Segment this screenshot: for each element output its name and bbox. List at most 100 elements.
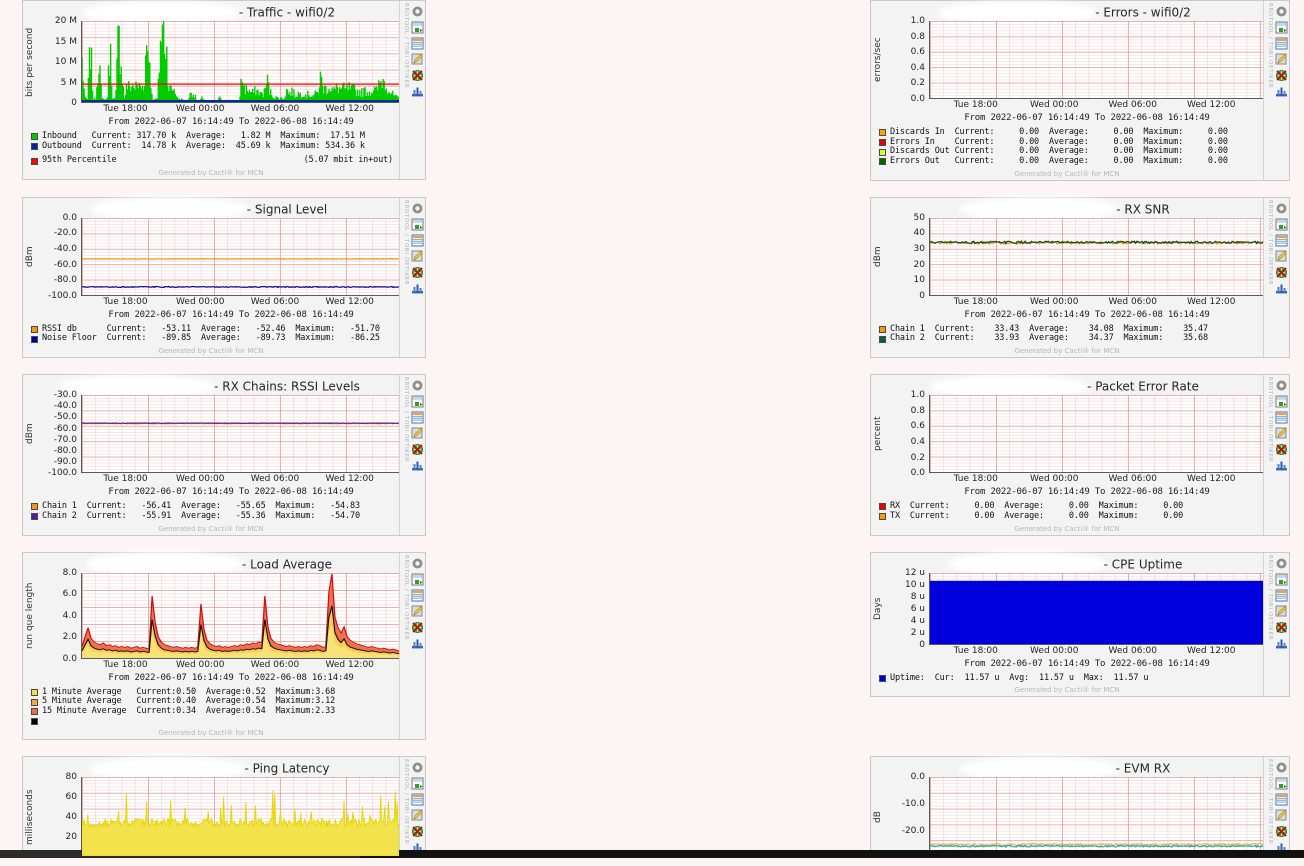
rrdtool-watermark: RRDTOOL / TOBI OETIKER [400,1,409,179]
export-csv-icon[interactable] [411,19,424,32]
utilization-chart-icon[interactable] [1275,635,1288,648]
edit-pencil-icon[interactable] [411,248,424,261]
graph-image[interactable]: - Errors - wifi0/2 errors/sec 1.00.80.60… [871,1,1263,180]
export-csv-icon[interactable] [411,393,424,406]
edit-pencil-icon[interactable] [1275,51,1288,64]
graph-debug-icon[interactable] [1275,441,1288,454]
gear-icon[interactable] [1275,377,1288,390]
graph-card-signal-level: - Signal Level dBm 0.0-20.0-40.0-60.0-80… [22,197,426,358]
gear-icon[interactable] [411,377,424,390]
edit-pencil-icon[interactable] [1275,603,1288,616]
y-tick: 20 M [55,16,77,26]
page-properties-icon[interactable] [1275,35,1288,48]
page-properties-icon[interactable] [1275,587,1288,600]
utilization-chart-icon[interactable] [411,635,424,648]
plot-area: milliseconds 806040200 [23,777,399,857]
graph-debug-icon[interactable] [411,67,424,80]
legend-swatch [31,503,38,510]
graph-image[interactable]: - Load Average run que length 8.06.04.02… [23,553,399,740]
gear-icon[interactable] [1275,759,1288,772]
graph-image[interactable]: - RX SNR dBm 50403020100 Tue 18:00Wed 00… [871,198,1263,357]
edit-pencil-icon[interactable] [411,603,424,616]
graph-debug-icon[interactable] [411,619,424,632]
legend-text: 15 Minute Average Current:0.34 Average:0… [42,707,335,717]
edit-pencil-icon[interactable] [1275,248,1288,261]
page-properties-icon[interactable] [411,409,424,422]
graph-card-packet-error-rate: - Packet Error Rate percent 1.00.80.60.4… [870,374,1290,535]
plot-svg [930,21,1263,98]
gear-icon[interactable] [411,3,424,16]
gear-icon[interactable] [1275,3,1288,16]
export-csv-icon[interactable] [1275,571,1288,584]
export-csv-icon[interactable] [411,775,424,788]
export-csv-icon[interactable] [1275,19,1288,32]
gear-icon[interactable] [1275,555,1288,568]
y-tick: -60.0 [54,424,77,434]
utilization-chart-icon[interactable] [411,457,424,470]
gear-icon[interactable] [411,200,424,213]
page-properties-icon[interactable] [1275,232,1288,245]
plot-svg [930,777,1263,856]
y-tick: 0 [71,98,77,108]
y-tick: 20 [914,260,925,270]
cacti-credit: Generated by Cacti® for MCN [23,522,399,535]
page-properties-icon[interactable] [1275,791,1288,804]
graph-image[interactable]: - Traffic - wifi0/2 bits per second 20 M… [23,1,399,179]
time-range-label: From 2022-06-07 16:14:49 To 2022-06-08 1… [63,309,399,323]
graph-image[interactable]: - Packet Error Rate percent 1.00.80.60.4… [871,375,1263,534]
graph-action-icons [409,757,425,858]
graph-debug-icon[interactable] [411,441,424,454]
export-csv-icon[interactable] [1275,216,1288,229]
edit-pencil-icon[interactable] [1275,807,1288,820]
plot-svg [930,573,1263,644]
page-properties-icon[interactable] [1275,409,1288,422]
page-properties-icon[interactable] [411,587,424,600]
y-axis-ticks: 8.06.04.02.00.0 [37,573,81,659]
y-tick: -50.0 [54,412,77,422]
plot-svg [82,573,399,658]
utilization-chart-icon[interactable] [1275,457,1288,470]
export-csv-icon[interactable] [1275,393,1288,406]
legend-row: Chain 2 Current: -55.91 Average: -55.36 … [31,512,399,522]
utilization-chart-icon[interactable] [411,83,424,96]
utilization-chart-icon[interactable] [1275,280,1288,293]
graph-action-rail: RRDTOOL / TOBI OETIKER [1263,198,1289,357]
graph-image[interactable]: - CPE Uptime Days 12 u10 u8 u6 u4 u2 u0 … [871,553,1263,697]
y-tick: 0.2 [911,453,925,463]
plot-svg [930,218,1263,295]
graph-action-icons [409,553,425,740]
y-tick: 0.0 [63,213,77,223]
graph-title: - Traffic - wifi0/2 [23,3,399,21]
page-properties-icon[interactable] [411,35,424,48]
export-csv-icon[interactable] [411,571,424,584]
edit-pencil-icon[interactable] [411,425,424,438]
x-tick: Wed 06:00 [1109,646,1157,656]
utilization-chart-icon[interactable] [1275,83,1288,96]
x-tick: Wed 12:00 [1187,297,1235,307]
graph-debug-icon[interactable] [1275,264,1288,277]
graph-image[interactable]: - Signal Level dBm 0.0-20.0-40.0-60.0-80… [23,198,399,357]
graph-debug-icon[interactable] [1275,67,1288,80]
x-tick: Wed 12:00 [1187,100,1235,110]
export-csv-icon[interactable] [411,216,424,229]
page-properties-icon[interactable] [411,791,424,804]
page-properties-icon[interactable] [411,232,424,245]
gear-icon[interactable] [411,759,424,772]
gear-icon[interactable] [1275,200,1288,213]
graph-image[interactable]: - EVM RX dB 0.0-10.0-20.0-30.0 Tue 18:00… [871,757,1263,858]
graph-debug-icon[interactable] [411,823,424,836]
y-axis-label: bits per second [23,21,37,103]
utilization-chart-icon[interactable] [411,280,424,293]
graph-image[interactable]: - Ping Latency milliseconds 806040200 Tu… [23,757,399,858]
plot-canvas [81,218,399,296]
gear-icon[interactable] [411,555,424,568]
graph-debug-icon[interactable] [1275,619,1288,632]
graph-debug-icon[interactable] [411,264,424,277]
graph-image[interactable]: - RX Chains: RSSI Levels dBm -30.0-40.0-… [23,375,399,534]
cacti-credit: Generated by Cacti® for MCN [23,166,399,179]
graph-debug-icon[interactable] [1275,823,1288,836]
edit-pencil-icon[interactable] [1275,425,1288,438]
edit-pencil-icon[interactable] [411,807,424,820]
export-csv-icon[interactable] [1275,775,1288,788]
edit-pencil-icon[interactable] [411,51,424,64]
